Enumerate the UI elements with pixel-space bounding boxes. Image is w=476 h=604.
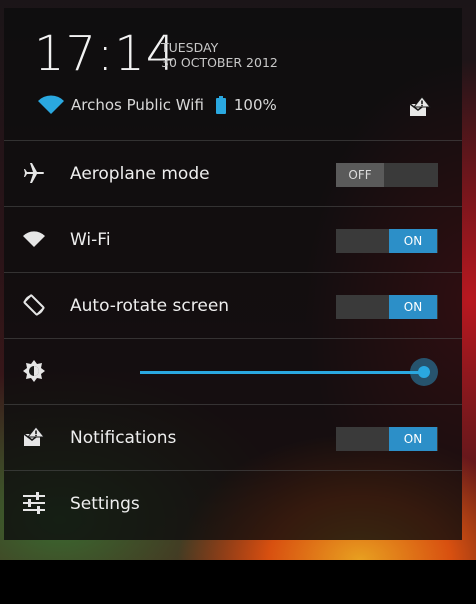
network-name: Archos Public Wifi: [71, 96, 204, 114]
day-of-week: TUESDAY: [161, 40, 219, 55]
notifications-row[interactable]: Notifications ON: [4, 404, 462, 471]
quick-settings-panel: 17:14 TUESDAY 30 OCTOBER 2012 Archos Pub…: [4, 8, 462, 540]
rotate-icon: [22, 293, 46, 317]
brightness-slider-track[interactable]: [140, 371, 428, 374]
panel-header: 17:14 TUESDAY 30 OCTOBER 2012 Archos Pub…: [4, 8, 462, 152]
date-block: TUESDAY 30 OCTOBER 2012: [161, 40, 278, 70]
aeroplane-mode-toggle[interactable]: OFF: [336, 163, 438, 187]
brightness-slider-thumb[interactable]: [410, 358, 438, 386]
settings-sliders-icon: [22, 491, 46, 515]
brightness-icon: [22, 359, 46, 383]
aeroplane-mode-toggle-state: OFF: [336, 163, 384, 187]
battery-percentage: 100%: [233, 96, 277, 114]
auto-rotate-toggle[interactable]: ON: [336, 295, 438, 319]
notifications-icon: [22, 425, 46, 449]
wifi-row[interactable]: Wi-Fi ON: [4, 206, 462, 273]
wifi-toggle[interactable]: ON: [336, 229, 438, 253]
wifi-icon: [37, 95, 65, 115]
notifications-toggle-state: ON: [389, 427, 437, 451]
notifications-icon[interactable]: [408, 96, 432, 118]
auto-rotate-toggle-state: ON: [389, 295, 437, 319]
airplane-icon: [22, 161, 46, 185]
aeroplane-mode-label: Aeroplane mode: [70, 164, 210, 184]
notifications-label: Notifications: [70, 428, 177, 448]
wifi-label: Wi-Fi: [70, 230, 111, 250]
clock: 17:14: [34, 26, 178, 82]
auto-rotate-row[interactable]: Auto-rotate screen ON: [4, 272, 462, 339]
aeroplane-mode-row[interactable]: Aeroplane mode OFF: [4, 140, 462, 207]
settings-row[interactable]: Settings: [4, 470, 462, 537]
auto-rotate-label: Auto-rotate screen: [70, 296, 230, 316]
brightness-row: [4, 338, 462, 405]
battery-icon: [215, 96, 226, 114]
date: 30 OCTOBER 2012: [161, 55, 278, 70]
navigation-bar: [0, 560, 476, 604]
wifi-icon: [22, 227, 46, 251]
settings-label: Settings: [70, 494, 140, 514]
connection-status[interactable]: Archos Public Wifi 100%: [37, 94, 277, 116]
notifications-toggle[interactable]: ON: [336, 427, 438, 451]
wifi-toggle-state: ON: [389, 229, 437, 253]
